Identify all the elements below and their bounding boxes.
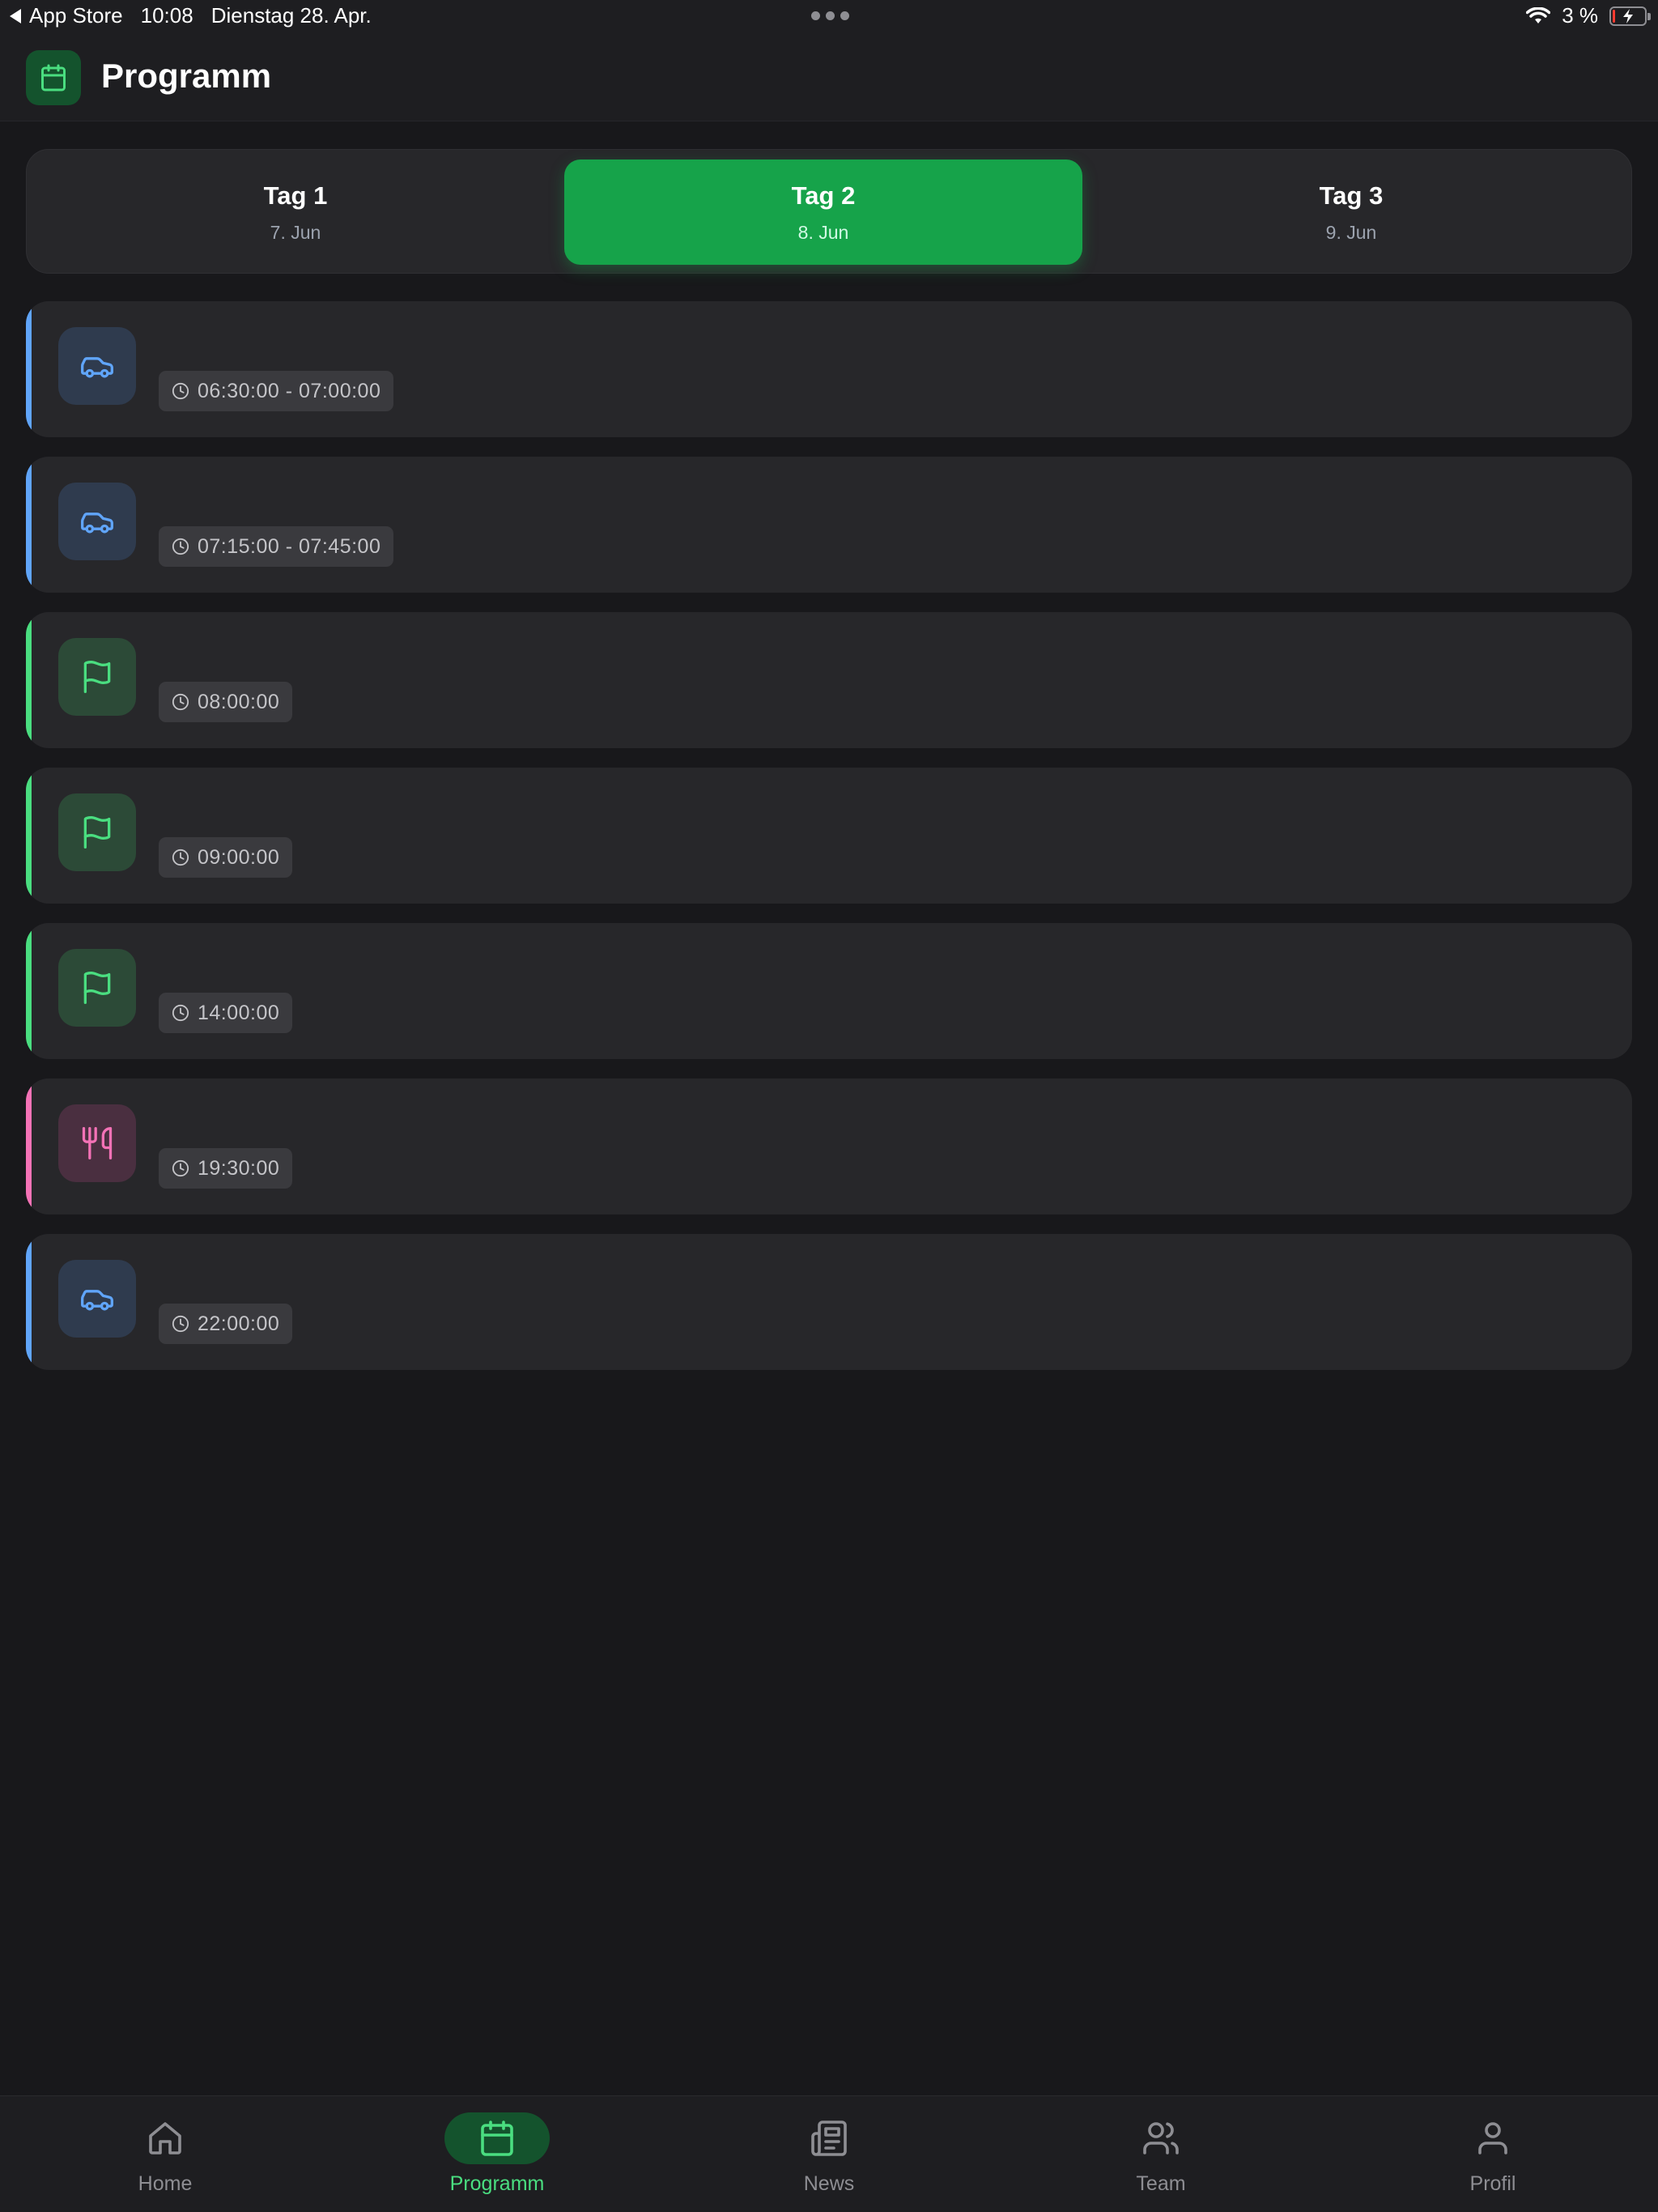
page-title: Programm [101,57,272,95]
back-label: App Store [29,3,123,28]
car-icon [58,483,136,560]
event-time: 08:00:00 [159,682,293,722]
event-time: 22:00:00 [159,1304,293,1344]
day-date: 8. Jun [797,221,849,243]
day-title: Tag 1 [263,181,328,210]
event-card[interactable]: 06:30:00 - 07:00:00 [26,301,1632,437]
event-time-text: 19:30:00 [198,1156,280,1180]
event-accent-bar [26,612,32,748]
wifi-icon [1526,6,1551,23]
event-accent-bar [26,1234,32,1370]
event-card[interactable]: 22:00:00 [26,1234,1632,1370]
flag-icon [58,793,136,871]
status-bar: App Store 10:08 Dienstag 28. Apr. 3 % [0,0,1658,34]
tab-day-3[interactable]: Tag 3 9. Jun [1092,160,1610,265]
nav-label: Programm [449,2172,545,2195]
event-time: 14:00:00 [159,993,293,1033]
event-accent-bar [26,768,32,904]
car-icon [58,1260,136,1338]
clock-icon [172,538,189,555]
event-card[interactable]: 08:00:00 [26,612,1632,748]
event-accent-bar [26,301,32,437]
event-card[interactable]: 19:30:00 [26,1078,1632,1214]
event-time: 06:30:00 - 07:00:00 [159,371,394,411]
event-card[interactable]: 07:15:00 - 07:45:00 [26,457,1632,593]
nav-label: Home [138,2172,193,2195]
status-time: 10:08 [140,3,193,28]
event-time-text: 14:00:00 [198,1001,280,1024]
nav-home[interactable]: Home [44,2096,287,2212]
day-title: Tag 2 [791,181,856,210]
tab-day-1[interactable]: Tag 1 7. Jun [36,160,555,265]
nav-team[interactable]: Team [1039,2096,1282,2212]
tab-day-2[interactable]: Tag 2 8. Jun [564,160,1082,265]
nav-profil[interactable]: Profil [1371,2096,1614,2212]
event-time-text: 09:00:00 [198,845,280,869]
event-time-text: 06:30:00 - 07:00:00 [198,379,381,402]
flag-icon [58,638,136,716]
clock-icon [172,693,189,711]
event-time: 07:15:00 - 07:45:00 [159,526,394,567]
bottom-nav: Home Programm News Team Profil [0,2095,1658,2212]
day-title: Tag 3 [1319,181,1384,210]
event-time-text: 07:15:00 - 07:45:00 [198,534,381,558]
clock-icon [172,1004,189,1022]
event-accent-bar [26,457,32,593]
nav-label: Team [1136,2172,1186,2195]
battery-icon [1609,6,1651,26]
clock-icon [172,849,189,866]
clock-icon [172,1159,189,1177]
clock-icon [172,1315,189,1333]
event-time-text: 08:00:00 [198,690,280,713]
day-date: 7. Jun [270,221,321,243]
utensils-icon [58,1104,136,1182]
newspaper-icon [811,2121,847,2156]
event-card[interactable]: 09:00:00 [26,768,1632,904]
day-selector: Tag 1 7. Jun Tag 2 8. Jun Tag 3 9. Jun [26,149,1632,274]
nav-programm[interactable]: Programm [376,2096,619,2212]
back-arrow-icon [10,8,21,23]
back-to-app-store[interactable]: App Store [10,3,123,28]
status-date: Dienstag 28. Apr. [210,3,372,28]
calendar-icon [481,2121,513,2156]
users-icon [1143,2122,1179,2155]
nav-news[interactable]: News [708,2096,950,2212]
nav-label: Profil [1469,2172,1516,2195]
car-icon [58,327,136,405]
app-screen: App Store 10:08 Dienstag 28. Apr. 3 % Pr… [0,0,1658,2212]
event-time: 09:00:00 [159,837,293,878]
nav-label: News [803,2172,855,2195]
multitasking-dots-icon[interactable] [811,11,849,20]
user-icon [1478,2122,1507,2155]
clock-icon [172,382,189,400]
calendar-icon [26,50,81,105]
app-header: Programm [0,34,1658,121]
event-card[interactable]: 14:00:00 [26,923,1632,1059]
event-accent-bar [26,923,32,1059]
event-accent-bar [26,1078,32,1214]
event-time-text: 22:00:00 [198,1312,280,1335]
battery-percent: 3 % [1562,3,1598,28]
flag-icon [58,949,136,1027]
event-time: 19:30:00 [159,1148,293,1189]
home-icon [149,2122,181,2155]
day-date: 9. Jun [1325,221,1377,243]
